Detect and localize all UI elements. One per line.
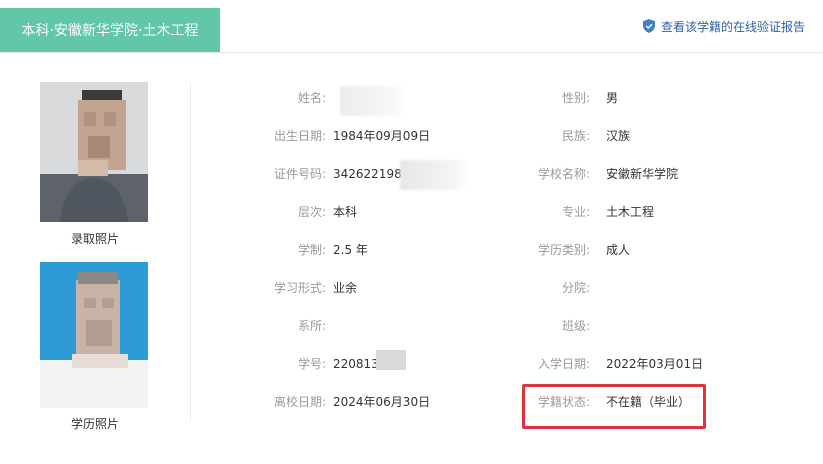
gender-value: 男 [606,91,619,105]
status-highlight-box [522,384,706,429]
info-row: 出生日期: 1984年09月09日 民族: 汉族 [0,126,823,146]
study-form-value: 业余 [333,281,358,295]
gender-label: 性别: [561,91,590,105]
ethnicity-label: 民族: [561,129,590,143]
branch-label: 分院: [561,281,590,295]
student-number-redaction [376,350,406,370]
id-number-value: 3426221984 [333,167,410,181]
birth-date-label: 出生日期: [273,129,326,143]
id-number-label: 证件号码: [273,167,326,181]
level-value: 本科 [333,205,358,219]
department-label: 系所: [297,319,326,333]
enroll-date-label: 入学日期: [537,357,590,371]
leave-date-value: 2024年06月30日 [333,395,431,409]
education-type-value: 成人 [606,243,631,257]
student-number-label: 学号: [297,357,326,371]
name-redaction [340,86,404,116]
name-label: 姓名: [297,91,326,105]
major-value: 土木工程 [606,205,655,219]
enroll-date-value: 2022年03月01日 [606,357,704,371]
class-label: 班级: [561,319,590,333]
info-row: 姓名: 性别: 男 [0,88,823,108]
student-number-value: 220813 [333,357,379,371]
info-row: 学制: 2.5 年 学历类别: 成人 [0,240,823,260]
graduation-photo-caption: 学历照片 [70,417,119,431]
info-row: 层次: 本科 专业: 土木工程 [0,202,823,222]
level-label: 层次: [297,205,326,219]
ethnicity-value: 汉族 [606,129,631,143]
info-row: 学习形式: 业余 分院: [0,278,823,298]
header-divider [0,52,823,53]
record-tab[interactable]: 本科·安徽新华学院·土木工程 [0,8,220,52]
duration-label: 学制: [297,243,326,257]
major-label: 专业: [561,205,590,219]
study-form-label: 学习形式: [273,281,326,295]
verify-report-text: 查看该学籍的在线验证报告 [660,19,805,34]
info-row: 学号: 220813 入学日期: 2022年03月01日 [0,354,823,374]
school-name-label: 学校名称: [537,167,590,181]
info-row: 系所: 班级: [0,316,823,336]
shield-check-icon [642,19,655,33]
duration-value: 2.5 年 [333,243,368,257]
education-type-label: 学历类别: [537,243,590,257]
leave-date-label: 离校日期: [273,395,326,409]
school-name-value: 安徽新华学院 [606,167,679,181]
verify-report-link[interactable]: 查看该学籍的在线验证报告 [642,15,805,37]
birth-date-value: 1984年09月09日 [333,129,431,143]
id-redaction [400,160,468,190]
record-tab-title: 本科·安徽新华学院·土木工程 [21,23,199,39]
